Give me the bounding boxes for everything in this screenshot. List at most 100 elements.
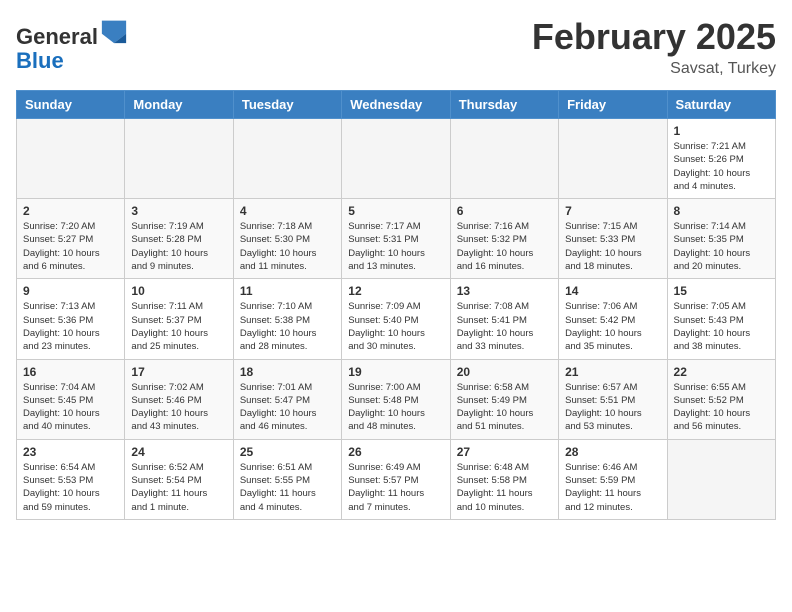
day-number: 2 <box>23 204 118 218</box>
col-header-friday: Friday <box>559 91 667 119</box>
day-info: Sunrise: 7:02 AM Sunset: 5:46 PM Dayligh… <box>131 381 226 434</box>
day-number: 21 <box>565 365 660 379</box>
col-header-tuesday: Tuesday <box>233 91 341 119</box>
day-info: Sunrise: 6:54 AM Sunset: 5:53 PM Dayligh… <box>23 461 118 514</box>
day-info: Sunrise: 7:16 AM Sunset: 5:32 PM Dayligh… <box>457 220 552 273</box>
col-header-sunday: Sunday <box>17 91 125 119</box>
day-info: Sunrise: 6:55 AM Sunset: 5:52 PM Dayligh… <box>674 381 769 434</box>
day-number: 15 <box>674 284 769 298</box>
day-number: 23 <box>23 445 118 459</box>
day-number: 20 <box>457 365 552 379</box>
month-title: February 2025 <box>532 16 776 58</box>
day-info: Sunrise: 7:14 AM Sunset: 5:35 PM Dayligh… <box>674 220 769 273</box>
day-number: 25 <box>240 445 335 459</box>
day-number: 18 <box>240 365 335 379</box>
day-info: Sunrise: 6:49 AM Sunset: 5:57 PM Dayligh… <box>348 461 443 514</box>
day-info: Sunrise: 6:48 AM Sunset: 5:58 PM Dayligh… <box>457 461 552 514</box>
day-info: Sunrise: 7:10 AM Sunset: 5:38 PM Dayligh… <box>240 300 335 353</box>
calendar-cell: 18 Sunrise: 7:01 AM Sunset: 5:47 PM Dayli… <box>233 359 341 439</box>
day-number: 7 <box>565 204 660 218</box>
day-number: 8 <box>674 204 769 218</box>
day-info: Sunrise: 7:00 AM Sunset: 5:48 PM Dayligh… <box>348 381 443 434</box>
day-number: 4 <box>240 204 335 218</box>
day-info: Sunrise: 6:52 AM Sunset: 5:54 PM Dayligh… <box>131 461 226 514</box>
location: Savsat, Turkey <box>532 60 776 78</box>
calendar-cell <box>125 119 233 199</box>
week-row-5: 23 Sunrise: 6:54 AM Sunset: 5:53 PM Dayli… <box>17 439 776 519</box>
col-header-monday: Monday <box>125 91 233 119</box>
day-number: 24 <box>131 445 226 459</box>
calendar-cell: 17 Sunrise: 7:02 AM Sunset: 5:46 PM Dayli… <box>125 359 233 439</box>
calendar-cell: 4 Sunrise: 7:18 AM Sunset: 5:30 PM Daylig… <box>233 199 341 279</box>
week-row-1: 1 Sunrise: 7:21 AM Sunset: 5:26 PM Daylig… <box>17 119 776 199</box>
day-number: 3 <box>131 204 226 218</box>
day-info: Sunrise: 7:20 AM Sunset: 5:27 PM Dayligh… <box>23 220 118 273</box>
day-number: 17 <box>131 365 226 379</box>
week-row-2: 2 Sunrise: 7:20 AM Sunset: 5:27 PM Daylig… <box>17 199 776 279</box>
day-info: Sunrise: 7:09 AM Sunset: 5:40 PM Dayligh… <box>348 300 443 353</box>
calendar-cell <box>233 119 341 199</box>
logo: General Blue <box>16 16 128 73</box>
day-number: 11 <box>240 284 335 298</box>
week-row-4: 16 Sunrise: 7:04 AM Sunset: 5:45 PM Dayli… <box>17 359 776 439</box>
day-number: 12 <box>348 284 443 298</box>
day-number: 27 <box>457 445 552 459</box>
logo-blue-text: Blue <box>16 48 64 73</box>
day-info: Sunrise: 7:19 AM Sunset: 5:28 PM Dayligh… <box>131 220 226 273</box>
calendar-cell: 14 Sunrise: 7:06 AM Sunset: 5:42 PM Dayli… <box>559 279 667 359</box>
calendar-cell <box>559 119 667 199</box>
day-number: 14 <box>565 284 660 298</box>
week-row-3: 9 Sunrise: 7:13 AM Sunset: 5:36 PM Daylig… <box>17 279 776 359</box>
calendar-table: SundayMondayTuesdayWednesdayThursdayFrid… <box>16 90 776 520</box>
calendar-cell: 25 Sunrise: 6:51 AM Sunset: 5:55 PM Dayli… <box>233 439 341 519</box>
day-info: Sunrise: 7:18 AM Sunset: 5:30 PM Dayligh… <box>240 220 335 273</box>
day-number: 10 <box>131 284 226 298</box>
calendar-cell: 5Sunrise: 7:17 AM Sunset: 5:31 PM Daylig… <box>342 199 450 279</box>
calendar-cell: 2 Sunrise: 7:20 AM Sunset: 5:27 PM Daylig… <box>17 199 125 279</box>
calendar-cell: 27 Sunrise: 6:48 AM Sunset: 5:58 PM Dayli… <box>450 439 558 519</box>
calendar-cell: 24 Sunrise: 6:52 AM Sunset: 5:54 PM Dayli… <box>125 439 233 519</box>
day-number: 1 <box>674 124 769 138</box>
day-info: Sunrise: 7:01 AM Sunset: 5:47 PM Dayligh… <box>240 381 335 434</box>
logo-general-text: General <box>16 24 98 49</box>
day-info: Sunrise: 7:21 AM Sunset: 5:26 PM Dayligh… <box>674 140 769 193</box>
calendar-cell: 10 Sunrise: 7:11 AM Sunset: 5:37 PM Dayli… <box>125 279 233 359</box>
day-info: Sunrise: 7:11 AM Sunset: 5:37 PM Dayligh… <box>131 300 226 353</box>
calendar-cell: 19 Sunrise: 7:00 AM Sunset: 5:48 PM Dayli… <box>342 359 450 439</box>
day-number: 9 <box>23 284 118 298</box>
day-info: Sunrise: 7:04 AM Sunset: 5:45 PM Dayligh… <box>23 381 118 434</box>
calendar-cell: 7Sunrise: 7:15 AM Sunset: 5:33 PM Daylig… <box>559 199 667 279</box>
title-block: February 2025 Savsat, Turkey <box>532 16 776 78</box>
col-header-thursday: Thursday <box>450 91 558 119</box>
calendar-header-row: SundayMondayTuesdayWednesdayThursdayFrid… <box>17 91 776 119</box>
calendar-cell <box>342 119 450 199</box>
day-number: 19 <box>348 365 443 379</box>
calendar-cell: 12 Sunrise: 7:09 AM Sunset: 5:40 PM Dayli… <box>342 279 450 359</box>
calendar-cell: 11 Sunrise: 7:10 AM Sunset: 5:38 PM Dayli… <box>233 279 341 359</box>
calendar-cell: 1 Sunrise: 7:21 AM Sunset: 5:26 PM Daylig… <box>667 119 775 199</box>
day-info: Sunrise: 6:58 AM Sunset: 5:49 PM Dayligh… <box>457 381 552 434</box>
calendar-cell: 21 Sunrise: 6:57 AM Sunset: 5:51 PM Dayli… <box>559 359 667 439</box>
calendar-cell <box>450 119 558 199</box>
calendar-cell: 23 Sunrise: 6:54 AM Sunset: 5:53 PM Dayli… <box>17 439 125 519</box>
day-number: 6 <box>457 204 552 218</box>
calendar-cell <box>667 439 775 519</box>
page-header: General Blue February 2025 Savsat, Turke… <box>16 16 776 78</box>
day-number: 22 <box>674 365 769 379</box>
calendar-cell: 15Sunrise: 7:05 AM Sunset: 5:43 PM Dayli… <box>667 279 775 359</box>
day-info: Sunrise: 6:51 AM Sunset: 5:55 PM Dayligh… <box>240 461 335 514</box>
calendar-cell: 8 Sunrise: 7:14 AM Sunset: 5:35 PM Daylig… <box>667 199 775 279</box>
day-number: 28 <box>565 445 660 459</box>
day-number: 16 <box>23 365 118 379</box>
logo-icon <box>100 16 128 44</box>
day-info: Sunrise: 7:13 AM Sunset: 5:36 PM Dayligh… <box>23 300 118 353</box>
day-info: Sunrise: 7:06 AM Sunset: 5:42 PM Dayligh… <box>565 300 660 353</box>
calendar-cell: 13Sunrise: 7:08 AM Sunset: 5:41 PM Dayli… <box>450 279 558 359</box>
day-info: Sunrise: 7:17 AM Sunset: 5:31 PM Dayligh… <box>348 220 443 273</box>
day-info: Sunrise: 6:57 AM Sunset: 5:51 PM Dayligh… <box>565 381 660 434</box>
day-info: Sunrise: 6:46 AM Sunset: 5:59 PM Dayligh… <box>565 461 660 514</box>
col-header-saturday: Saturday <box>667 91 775 119</box>
calendar-cell <box>17 119 125 199</box>
col-header-wednesday: Wednesday <box>342 91 450 119</box>
calendar-cell: 22 Sunrise: 6:55 AM Sunset: 5:52 PM Dayli… <box>667 359 775 439</box>
